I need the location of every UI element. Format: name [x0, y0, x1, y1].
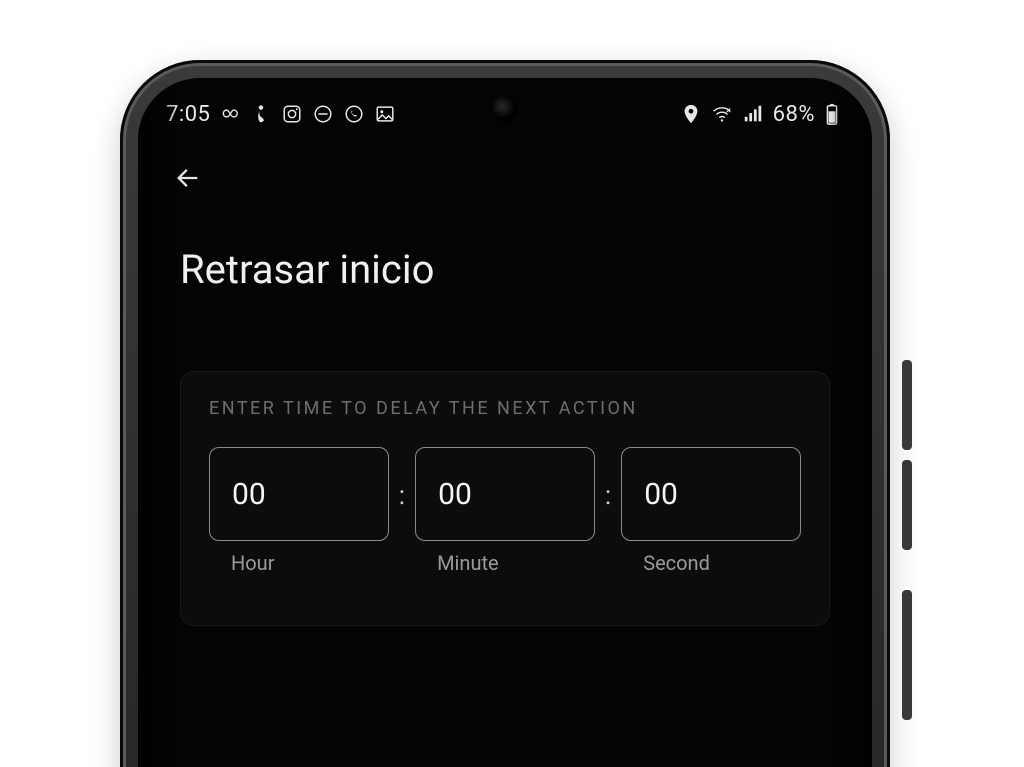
- canvas: 7:05: [0, 0, 1024, 767]
- back-button[interactable]: [168, 158, 208, 198]
- phone-screen: 7:05: [138, 78, 872, 767]
- gallery-icon: [374, 103, 396, 125]
- time-input-row: 00 Hour : 00 Minute : 00 Second: [209, 447, 801, 575]
- time-separator: :: [601, 481, 615, 541]
- status-bar-right: 68%: [680, 102, 840, 127]
- signal-icon: [742, 103, 764, 125]
- hour-input[interactable]: 00: [209, 447, 389, 541]
- phone-side-button: [902, 460, 912, 550]
- time-separator: :: [395, 481, 409, 541]
- second-column: 00 Second: [621, 447, 801, 575]
- minute-column: 00 Minute: [415, 447, 595, 575]
- delay-card: ENTER TIME TO DELAY THE NEXT ACTION 00 H…: [180, 371, 830, 626]
- whatsapp-icon: [343, 103, 365, 125]
- page-title: Retrasar inicio: [138, 204, 872, 311]
- infinity-icon: [219, 103, 241, 125]
- phone-frame: 7:05: [120, 60, 890, 767]
- pregnancy-icon: [250, 103, 272, 125]
- hour-column: 00 Hour: [209, 447, 389, 575]
- second-label: Second: [621, 551, 801, 575]
- status-clock: 7:05: [166, 102, 210, 127]
- status-battery-text: 68%: [773, 102, 815, 127]
- card-heading: ENTER TIME TO DELAY THE NEXT ACTION: [209, 398, 801, 419]
- hour-label: Hour: [209, 551, 389, 575]
- do-not-disturb-icon: [312, 103, 334, 125]
- second-input[interactable]: 00: [621, 447, 801, 541]
- phone-side-button: [902, 360, 912, 450]
- battery-icon: [824, 103, 840, 125]
- wifi-icon: [711, 103, 733, 125]
- phone-side-button: [902, 590, 912, 720]
- minute-label: Minute: [415, 551, 595, 575]
- status-bar-left: 7:05: [166, 102, 396, 127]
- minute-input[interactable]: 00: [415, 447, 595, 541]
- instagram-icon: [281, 103, 303, 125]
- app-bar: [138, 136, 872, 204]
- camera-punch-hole: [492, 96, 518, 122]
- location-icon: [680, 103, 702, 125]
